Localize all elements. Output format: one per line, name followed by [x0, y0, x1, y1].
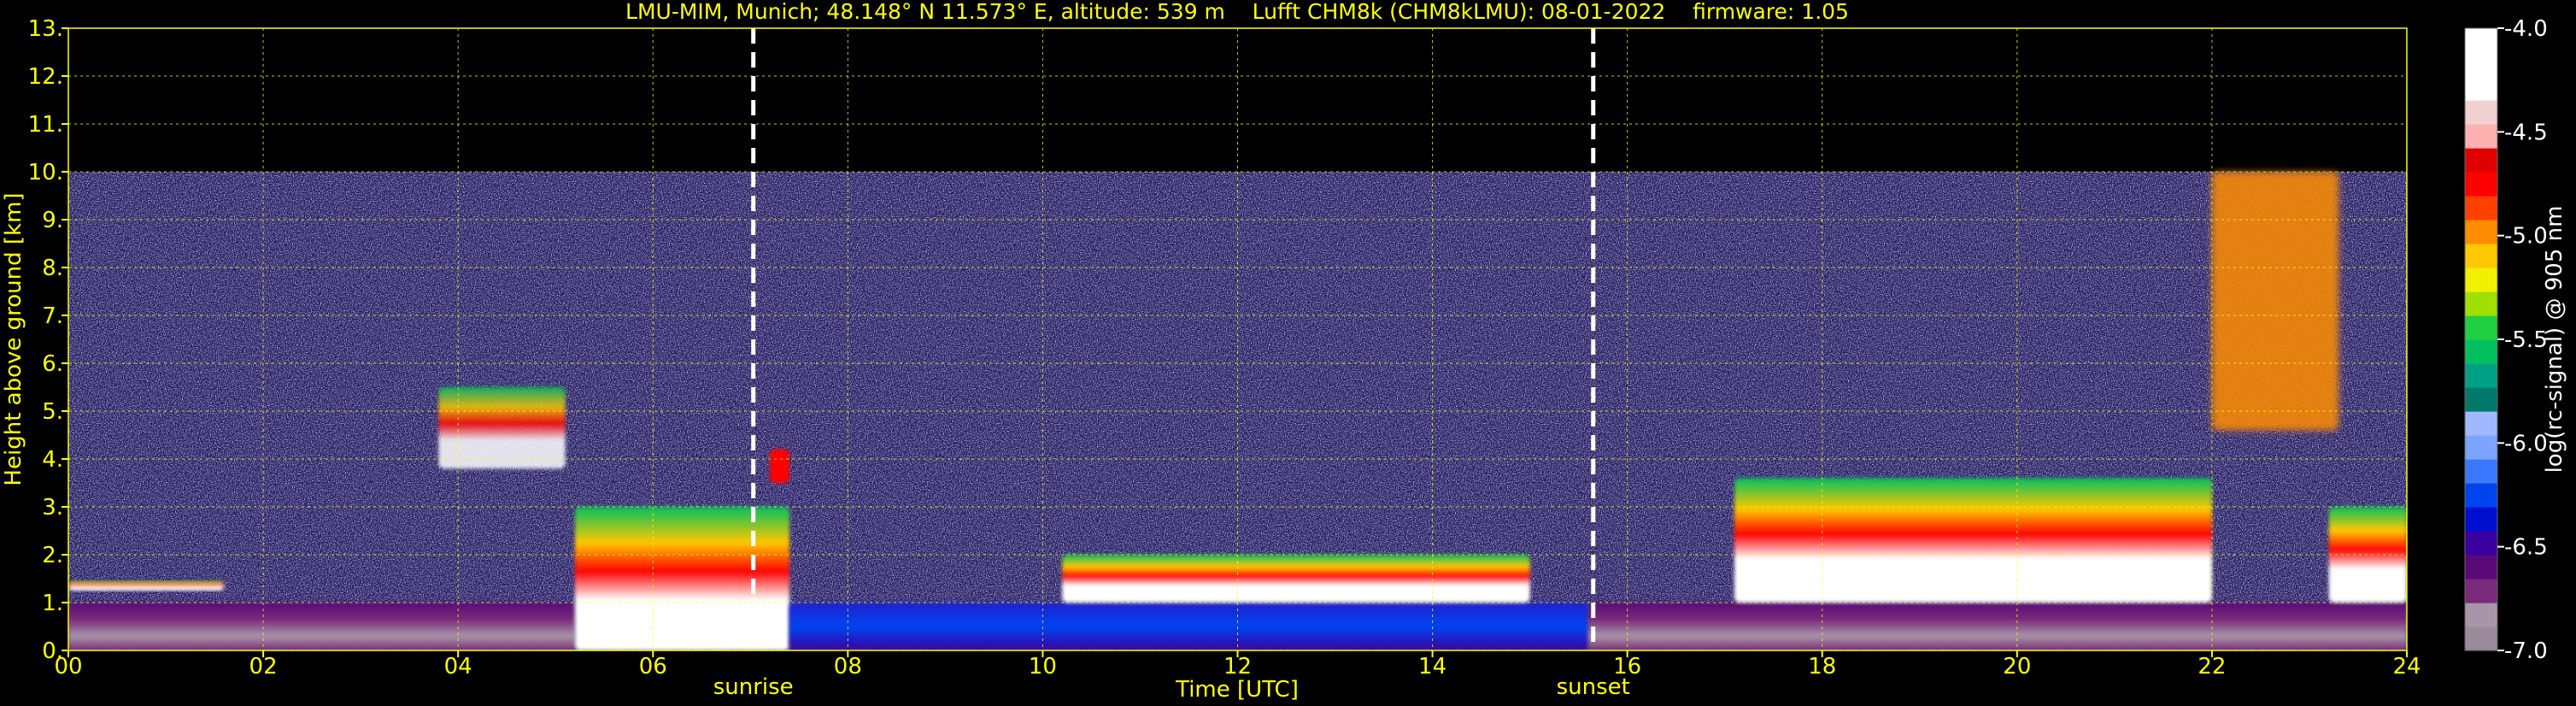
y-tick-label: 8.	[42, 256, 63, 281]
y-tick-label: 10.	[28, 160, 63, 185]
colorbar-label: log(rc-signal) @ 905 nm	[2542, 206, 2567, 474]
x-tick-label: 10	[1029, 654, 1057, 680]
x-axis-label: Time [UTC]	[1175, 677, 1299, 703]
colorbar-segment	[2465, 291, 2497, 316]
x-tick-label: 14	[1418, 654, 1446, 680]
y-tick-label: 13.	[28, 16, 63, 42]
colorbar-segment	[2465, 244, 2497, 268]
x-tick-label: 22	[2198, 654, 2226, 680]
plot-area: sunrise sunset	[67, 27, 2408, 700]
feature-boundary-layer-clouds	[1062, 555, 1530, 603]
colorbar-segment	[2465, 363, 2497, 388]
y-tick-label: 4.	[42, 447, 63, 473]
colorbar-segment	[2465, 387, 2497, 412]
y-tick-label: 1.	[42, 591, 63, 616]
y-tick-label: 11.	[28, 112, 63, 138]
colorbar-segment	[2465, 148, 2497, 173]
feature-residual-layer-top	[68, 580, 225, 591]
x-tick-label: 12	[1223, 654, 1252, 680]
colorbar-segment	[2465, 507, 2497, 532]
y-tick-label: 0.	[42, 638, 63, 664]
colorbar-segment	[2465, 531, 2497, 556]
y-tick-label: 12.	[28, 64, 63, 90]
y-axis-label: Height above ground [km]	[1, 192, 26, 485]
feature-cirrus	[2211, 172, 2339, 431]
colorbar-segment	[2465, 28, 2497, 53]
colorbar-segment	[2465, 555, 2497, 580]
colorbar-segment	[2465, 339, 2497, 364]
colorbar-segment	[2465, 603, 2497, 627]
colorbar-segment	[2465, 52, 2497, 77]
colorbar-segment	[2465, 315, 2497, 340]
feature-elevated-cloud	[438, 387, 566, 469]
x-tick-label: 02	[249, 654, 278, 680]
colorbar-segment	[2465, 220, 2497, 244]
feature-convective-boundary-layer	[789, 603, 1589, 650]
feature-mid-level-cloud-deck	[1734, 478, 2212, 603]
colorbar-segment	[2465, 124, 2497, 149]
ceilometer-chart: sunrise sunset 00 02 04 06 08 10 12 14 16 18 20 22 24…	[1, 0, 2567, 703]
colorbar-segment	[2465, 172, 2497, 197]
x-tick-label: 06	[639, 654, 667, 680]
feature-evening-boundary-layer	[1588, 603, 2407, 650]
colorbar-segment	[2465, 435, 2497, 460]
colorbar-tick-label: -7.0	[2504, 638, 2548, 664]
x-tick-label: 04	[444, 654, 472, 680]
x-tick-label: 18	[1808, 654, 1836, 680]
colorbar-segment	[2465, 268, 2497, 292]
x-tick-label: 08	[834, 654, 862, 680]
y-tick-label: 6.	[42, 351, 63, 377]
x-tick-label: 20	[2003, 654, 2031, 680]
x-tick-label: 24	[2392, 654, 2421, 680]
colorbar-segment	[2465, 100, 2497, 125]
colorbar-segment	[2465, 196, 2497, 221]
y-tick-label: 5.	[42, 399, 63, 425]
colorbar-tick-label: -6.5	[2504, 535, 2548, 561]
colorbar-segment	[2465, 483, 2497, 508]
y-tick-label: 7.	[42, 303, 63, 329]
colorbar-segment	[2465, 627, 2497, 651]
y-tick-label: 3.	[42, 495, 63, 521]
colorbar-segment	[2465, 76, 2497, 101]
colorbar: -4.0-4.5-5.0-5.5-6.0-6.5-7.0	[2464, 16, 2548, 664]
colorbar-segment	[2465, 579, 2497, 603]
feature-cloud-near-4-km	[770, 449, 789, 483]
colorbar-segment	[2465, 459, 2497, 484]
colorbar-tick-label: -4.0	[2504, 16, 2548, 42]
colorbar-tick-label: -4.5	[2504, 120, 2548, 145]
y-tick-label: 9.	[42, 208, 63, 233]
chart-title: LMU-MIM, Munich; 48.148° N 11.573° E, al…	[625, 0, 1849, 24]
marker-label-sunrise: sunrise	[713, 674, 794, 700]
feature-morning-low-cloud	[575, 507, 789, 650]
y-axis: 0. 1. 2. 3. 4. 5. 6. 7. 8. 9. 10. 11. 12. 13.	[28, 16, 68, 664]
colorbar-segment	[2465, 411, 2497, 436]
feature-nocturnal-boundary-layer	[68, 603, 576, 650]
x-tick-label: 16	[1613, 654, 1641, 680]
y-tick-label: 2.	[42, 543, 63, 568]
x-axis: 00 02 04 06 08 10 12 14 16 18 20 22 24	[54, 650, 2421, 680]
